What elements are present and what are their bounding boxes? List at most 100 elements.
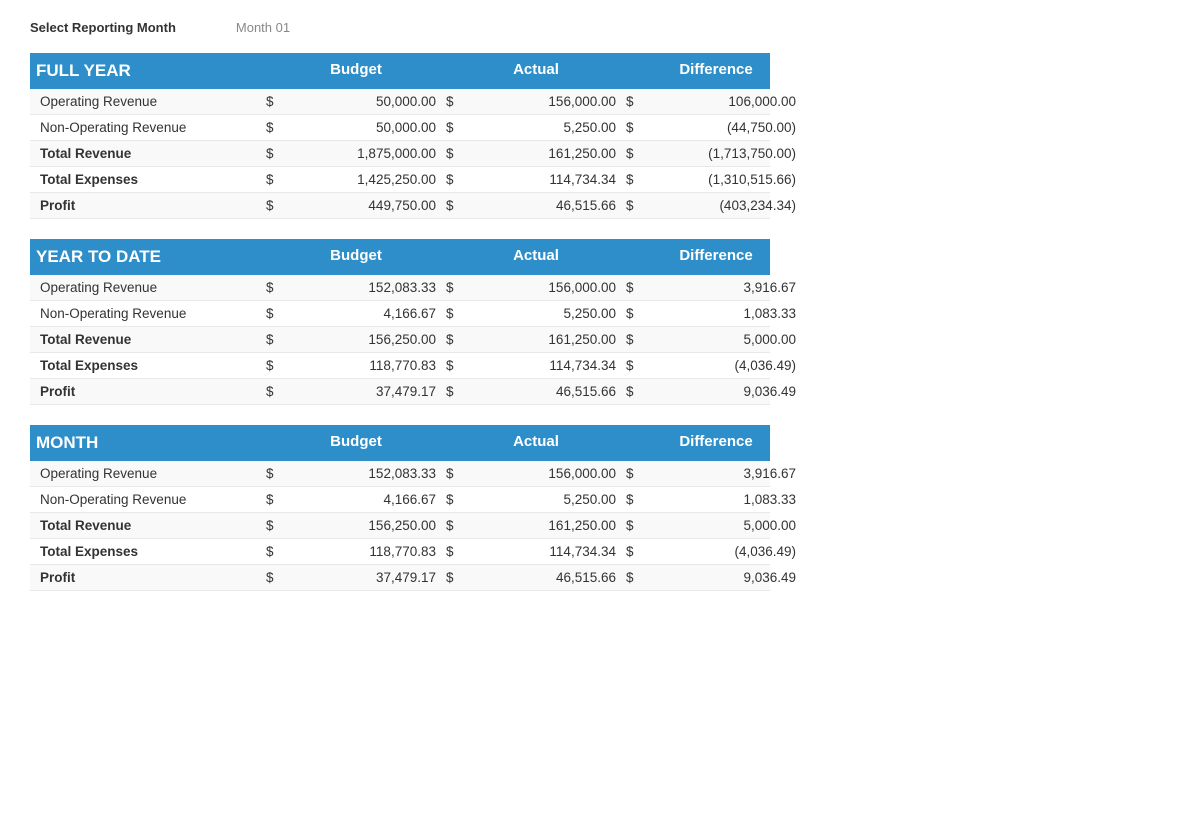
diff-cell: $(4,036.49) xyxy=(626,358,806,373)
dollar-sign: $ xyxy=(626,358,644,373)
diff-cell: $(1,713,750.00) xyxy=(626,146,806,161)
section-year-to-date: YEAR TO DATEBudgetActualDifference Opera… xyxy=(30,239,770,405)
actual-cell: $114,734.34 xyxy=(446,544,626,559)
diff-cell: $3,916.67 xyxy=(626,280,806,295)
actual-cell: $46,515.66 xyxy=(446,570,626,585)
actual-cell: $161,250.00 xyxy=(446,146,626,161)
budget-cell: $152,083.33 xyxy=(266,280,446,295)
budget-amount: 50,000.00 xyxy=(284,120,446,135)
table-row: Total Revenue$1,875,000.00$161,250.00$(1… xyxy=(30,141,770,167)
table-row: Total Expenses$1,425,250.00$114,734.34$(… xyxy=(30,167,770,193)
col-header-budget: Budget xyxy=(266,433,446,453)
dollar-sign: $ xyxy=(446,570,464,585)
budget-cell: $449,750.00 xyxy=(266,198,446,213)
budget-cell: $37,479.17 xyxy=(266,570,446,585)
diff-cell: $5,000.00 xyxy=(626,332,806,347)
dollar-sign: $ xyxy=(446,146,464,161)
diff-amount: (4,036.49) xyxy=(644,544,806,559)
col-header-actual: Actual xyxy=(446,433,626,453)
budget-cell: $1,875,000.00 xyxy=(266,146,446,161)
diff-amount: (1,310,515.66) xyxy=(644,172,806,187)
diff-cell: $5,000.00 xyxy=(626,518,806,533)
dollar-sign: $ xyxy=(626,570,644,585)
row-label: Total Expenses xyxy=(36,172,266,187)
dollar-sign: $ xyxy=(266,570,284,585)
row-label: Non-Operating Revenue xyxy=(36,120,266,135)
dollar-sign: $ xyxy=(266,466,284,481)
row-label: Total Revenue xyxy=(36,518,266,533)
dollar-sign: $ xyxy=(266,384,284,399)
budget-cell: $4,166.67 xyxy=(266,306,446,321)
reporting-month-row: Select Reporting Month Month 01 xyxy=(30,20,1170,35)
table-row: Operating Revenue$152,083.33$156,000.00$… xyxy=(30,461,770,487)
row-label: Total Revenue xyxy=(36,332,266,347)
col-header-difference: Difference xyxy=(626,61,806,81)
row-label: Non-Operating Revenue xyxy=(36,492,266,507)
table-row: Total Expenses$118,770.83$114,734.34$(4,… xyxy=(30,353,770,379)
actual-amount: 5,250.00 xyxy=(464,492,626,507)
dollar-sign: $ xyxy=(626,198,644,213)
row-label: Total Expenses xyxy=(36,358,266,373)
dollar-sign: $ xyxy=(266,198,284,213)
budget-amount: 449,750.00 xyxy=(284,198,446,213)
actual-amount: 46,515.66 xyxy=(464,384,626,399)
budget-cell: $156,250.00 xyxy=(266,332,446,347)
dollar-sign: $ xyxy=(446,198,464,213)
diff-amount: 5,000.00 xyxy=(644,518,806,533)
dollar-sign: $ xyxy=(266,518,284,533)
diff-amount: 5,000.00 xyxy=(644,332,806,347)
dollar-sign: $ xyxy=(266,544,284,559)
actual-amount: 114,734.34 xyxy=(464,172,626,187)
dollar-sign: $ xyxy=(626,384,644,399)
dollar-sign: $ xyxy=(446,94,464,109)
budget-amount: 152,083.33 xyxy=(284,280,446,295)
diff-amount: 3,916.67 xyxy=(644,280,806,295)
dollar-sign: $ xyxy=(266,94,284,109)
diff-cell: $(4,036.49) xyxy=(626,544,806,559)
section-header-month: MONTHBudgetActualDifference xyxy=(30,425,770,461)
dollar-sign: $ xyxy=(626,518,644,533)
diff-cell: $1,083.33 xyxy=(626,306,806,321)
actual-cell: $5,250.00 xyxy=(446,492,626,507)
budget-cell: $37,479.17 xyxy=(266,384,446,399)
sections-container: FULL YEARBudgetActualDifference Operatin… xyxy=(30,53,1170,591)
dollar-sign: $ xyxy=(626,544,644,559)
diff-amount: (403,234.34) xyxy=(644,198,806,213)
dollar-sign: $ xyxy=(446,120,464,135)
dollar-sign: $ xyxy=(446,492,464,507)
diff-amount: 106,000.00 xyxy=(644,94,806,109)
table-row: Total Expenses$118,770.83$114,734.34$(4,… xyxy=(30,539,770,565)
dollar-sign: $ xyxy=(446,306,464,321)
dollar-sign: $ xyxy=(266,280,284,295)
diff-cell: $(1,310,515.66) xyxy=(626,172,806,187)
row-label: Operating Revenue xyxy=(36,466,266,481)
actual-amount: 156,000.00 xyxy=(464,94,626,109)
col-header-difference: Difference xyxy=(626,433,806,453)
dollar-sign: $ xyxy=(446,332,464,347)
budget-amount: 156,250.00 xyxy=(284,332,446,347)
section-header-full-year: FULL YEARBudgetActualDifference xyxy=(30,53,770,89)
row-label: Total Revenue xyxy=(36,146,266,161)
actual-amount: 161,250.00 xyxy=(464,518,626,533)
actual-cell: $114,734.34 xyxy=(446,358,626,373)
dollar-sign: $ xyxy=(626,280,644,295)
budget-cell: $118,770.83 xyxy=(266,358,446,373)
col-header-actual: Actual xyxy=(446,247,626,267)
diff-amount: 9,036.49 xyxy=(644,384,806,399)
budget-amount: 37,479.17 xyxy=(284,384,446,399)
actual-amount: 46,515.66 xyxy=(464,198,626,213)
diff-cell: $9,036.49 xyxy=(626,384,806,399)
dollar-sign: $ xyxy=(446,172,464,187)
budget-cell: $50,000.00 xyxy=(266,94,446,109)
budget-cell: $1,425,250.00 xyxy=(266,172,446,187)
table-row: Profit$37,479.17$46,515.66$9,036.49 xyxy=(30,565,770,591)
dollar-sign: $ xyxy=(446,384,464,399)
diff-amount: 3,916.67 xyxy=(644,466,806,481)
actual-cell: $156,000.00 xyxy=(446,466,626,481)
actual-cell: $46,515.66 xyxy=(446,198,626,213)
actual-cell: $161,250.00 xyxy=(446,518,626,533)
section-title-full-year: FULL YEAR xyxy=(36,61,266,81)
dollar-sign: $ xyxy=(266,306,284,321)
actual-amount: 5,250.00 xyxy=(464,306,626,321)
table-row: Total Revenue$156,250.00$161,250.00$5,00… xyxy=(30,513,770,539)
